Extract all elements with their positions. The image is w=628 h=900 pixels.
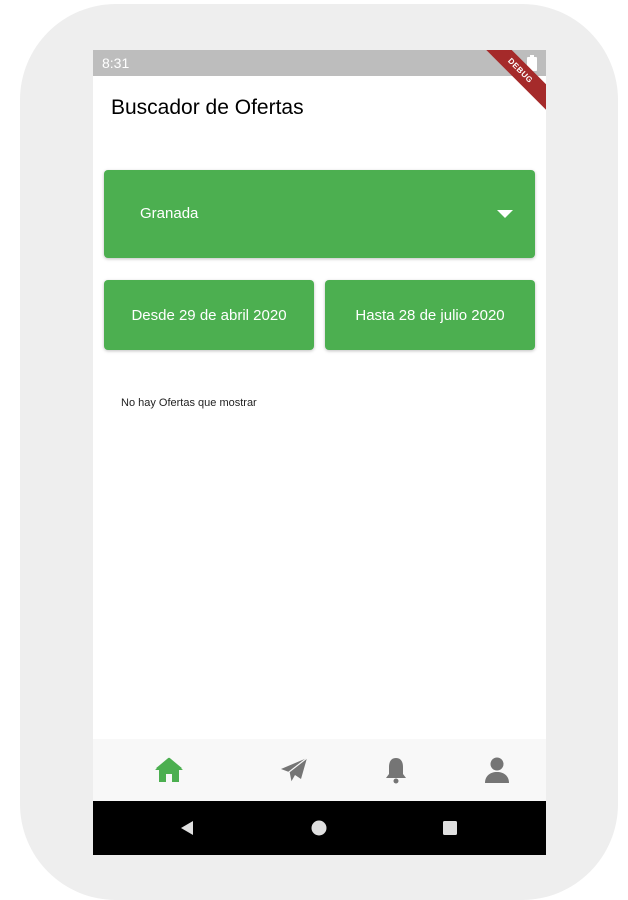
paper-plane-icon	[281, 757, 308, 783]
empty-results-message: No hay Ofertas que mostrar	[121, 397, 257, 409]
user-icon	[485, 757, 509, 783]
back-triangle-icon	[181, 821, 193, 835]
nav-item-home[interactable]	[144, 739, 194, 801]
date-to-button[interactable]: Hasta 28 de julio 2020	[325, 280, 535, 350]
city-dropdown[interactable]: Granada	[104, 170, 535, 258]
system-recents-button[interactable]	[430, 801, 470, 855]
system-home-button[interactable]	[299, 801, 339, 855]
phone-screen: 8:31 DEBUG Buscador de Ofertas Granada D…	[93, 50, 546, 855]
bell-icon	[386, 758, 406, 784]
nav-item-alerts[interactable]	[371, 739, 421, 801]
nav-item-profile[interactable]	[472, 739, 522, 801]
app-bar: Buscador de Ofertas	[93, 76, 546, 140]
system-back-button[interactable]	[167, 801, 207, 855]
home-circle-icon	[311, 820, 327, 836]
bottom-navigation	[93, 739, 546, 801]
recents-square-icon	[443, 821, 457, 835]
system-navigation-bar	[93, 801, 546, 855]
status-time: 8:31	[102, 55, 130, 71]
status-bar: 8:31	[93, 50, 546, 76]
dropdown-arrow-icon	[497, 210, 513, 218]
home-icon	[155, 757, 183, 782]
city-selected-value: Granada	[140, 205, 199, 222]
page-title: Buscador de Ofertas	[111, 96, 304, 119]
date-from-button[interactable]: Desde 29 de abril 2020	[104, 280, 314, 350]
nav-item-send[interactable]	[269, 739, 319, 801]
